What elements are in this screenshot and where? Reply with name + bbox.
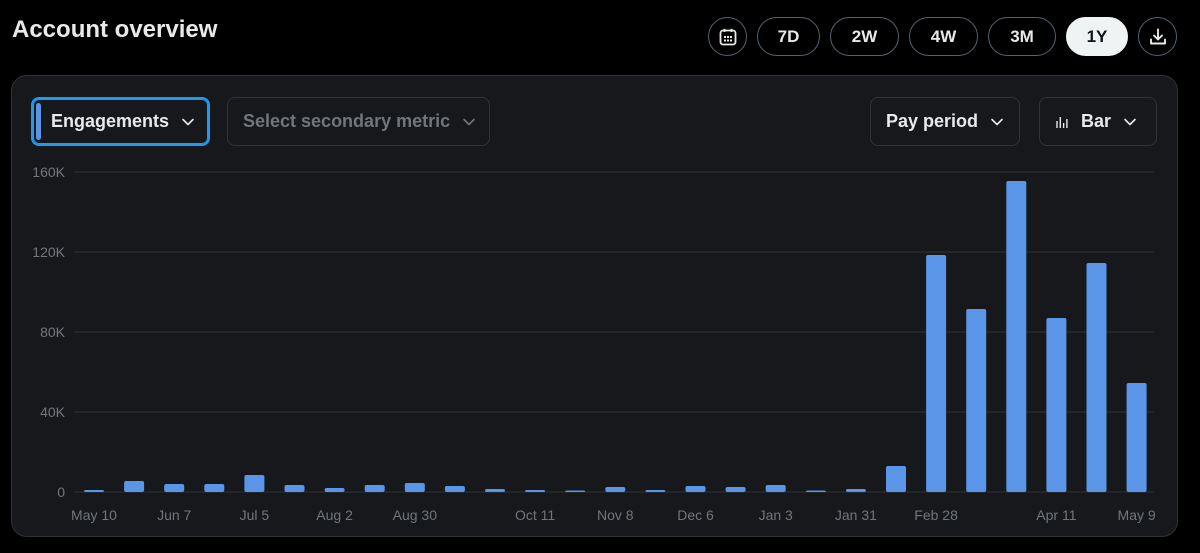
bar[interactable]: [605, 487, 626, 492]
bar[interactable]: [725, 487, 746, 492]
bar[interactable]: [565, 490, 586, 493]
x-tick-label: Oct 11: [515, 507, 555, 523]
bar[interactable]: [1126, 383, 1147, 492]
x-tick-label: Jan 31: [835, 507, 877, 523]
bar[interactable]: [204, 484, 225, 492]
bar[interactable]: [284, 485, 305, 492]
bar[interactable]: [124, 481, 145, 492]
x-tick-label: May 9: [1118, 507, 1156, 523]
bar[interactable]: [1086, 263, 1107, 492]
y-tick-label: 80K: [40, 324, 66, 340]
bar[interactable]: [324, 488, 345, 492]
engagements-bar-chart: 0 40K 80K 120K 160K May 10 Jun 7 Jul 5 Aug 2 Aug …: [32, 164, 1156, 523]
bar[interactable]: [244, 475, 265, 492]
bar[interactable]: [966, 309, 987, 492]
x-tick-label: Apr 11: [1036, 507, 1076, 523]
bar[interactable]: [525, 490, 546, 492]
x-tick-label: Feb 28: [914, 507, 958, 523]
x-tick-label: Nov 8: [597, 507, 634, 523]
bar[interactable]: [485, 489, 505, 492]
bar[interactable]: [1006, 181, 1027, 492]
bar[interactable]: [765, 485, 786, 492]
bar[interactable]: [685, 486, 706, 492]
bar[interactable]: [84, 490, 104, 492]
x-tick-label: Jul 5: [240, 507, 270, 523]
bar[interactable]: [364, 485, 385, 492]
bar[interactable]: [845, 489, 866, 492]
bar[interactable]: [645, 490, 666, 492]
y-tick-label: 160K: [32, 164, 65, 180]
bar[interactable]: [886, 466, 906, 492]
x-tick-label: Aug 30: [393, 507, 438, 523]
x-tick-label: Jan 3: [759, 507, 793, 523]
x-tick-label: May 10: [71, 507, 117, 523]
y-tick-label: 40K: [40, 404, 66, 420]
bar[interactable]: [926, 255, 947, 492]
bar[interactable]: [1046, 318, 1067, 492]
bar[interactable]: [404, 483, 425, 492]
y-tick-label: 120K: [32, 244, 65, 260]
bar[interactable]: [805, 490, 826, 493]
bar[interactable]: [164, 484, 185, 492]
bar[interactable]: [444, 486, 465, 492]
x-tick-label: Jun 7: [157, 507, 191, 523]
y-tick-label: 0: [57, 484, 65, 500]
x-tick-label: Dec 6: [677, 507, 714, 523]
x-tick-label: Aug 2: [316, 507, 353, 523]
